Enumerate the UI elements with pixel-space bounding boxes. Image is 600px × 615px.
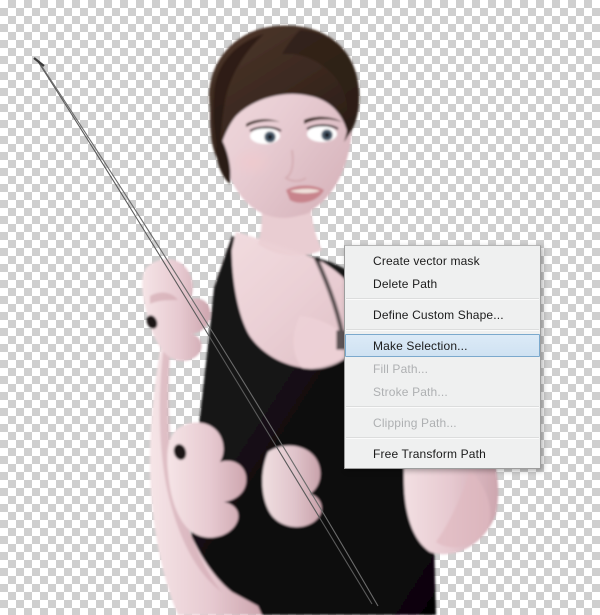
photoshop-canvas-screen: Create vector mask Delete Path Define Cust… [0, 0, 600, 615]
menu-separator [346, 437, 539, 439]
menu-item-define-custom-shape[interactable]: Define Custom Shape... [345, 303, 540, 326]
menu-separator [346, 298, 539, 300]
paths-context-menu[interactable]: Create vector mask Delete Path Define Cust… [344, 245, 541, 469]
menu-item-delete-path[interactable]: Delete Path [345, 272, 540, 295]
menu-item-make-selection[interactable]: Make Selection... [345, 334, 540, 357]
menu-item-create-vector-mask[interactable]: Create vector mask [345, 249, 540, 272]
menu-item-free-transform-path[interactable]: Free Transform Path [345, 442, 540, 465]
menu-item-clipping-path: Clipping Path... [373, 416, 457, 430]
menu-separator [346, 329, 539, 331]
menu-item-fill-path: Fill Path... [373, 362, 429, 376]
menu-item-stroke-path: Stroke Path... [373, 385, 448, 399]
menu-separator [346, 406, 539, 408]
